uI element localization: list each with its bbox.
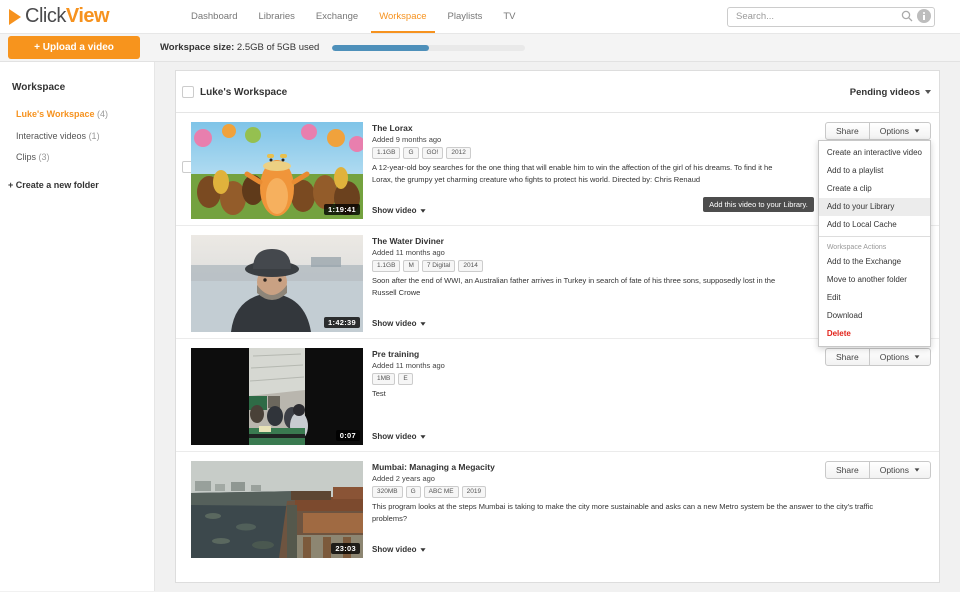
menu-item-create-interactive-video[interactable]: Create an interactive video bbox=[819, 144, 930, 162]
sidebar-item-clips[interactable]: Clips (3) bbox=[0, 147, 154, 169]
upload-video-button[interactable]: + Upload a video bbox=[8, 36, 140, 59]
menu-item-add-to-exchange[interactable]: Add to the Exchange bbox=[819, 253, 930, 271]
duration-badge: 1:19:41 bbox=[324, 204, 360, 215]
share-button[interactable]: Share bbox=[825, 348, 870, 366]
menu-item-delete[interactable]: Delete bbox=[819, 325, 930, 343]
duration-badge: 1:42:39 bbox=[324, 317, 360, 328]
top-navbar: Click View Dashboard Libraries Exchange … bbox=[0, 0, 960, 34]
card-header: Luke's Workspace Pending videos bbox=[176, 71, 939, 113]
year-badge: 2012 bbox=[446, 147, 470, 159]
menu-divider bbox=[819, 236, 930, 237]
sidebar: Workspace Luke's Workspace (4) Interacti… bbox=[0, 62, 155, 591]
menu-item-create-clip[interactable]: Create a clip bbox=[819, 180, 930, 198]
video-thumbnail-the-lorax[interactable]: 1:19:41 bbox=[191, 122, 363, 219]
main-area: Luke's Workspace Pending videos bbox=[155, 62, 960, 591]
menu-item-edit[interactable]: Edit bbox=[819, 289, 930, 307]
rating-badge: G bbox=[403, 147, 418, 159]
video-row-the-lorax: 1:19:41 The Lorax Added 9 months ago 1.1… bbox=[176, 113, 939, 226]
menu-item-add-to-local-cache[interactable]: Add to Local Cache bbox=[819, 216, 930, 234]
size-badge: 1.1GB bbox=[372, 147, 400, 159]
video-actions: Share Options Create an interactive vide… bbox=[825, 122, 931, 140]
chevron-down-icon bbox=[915, 355, 920, 358]
video-thumbnail-mumbai-megacity[interactable]: 23:03 bbox=[191, 461, 363, 558]
nav-item-playlists[interactable]: Playlists bbox=[440, 0, 491, 33]
rating-badge: G bbox=[406, 486, 421, 498]
video-thumbnail-pre-training[interactable]: 0:07 bbox=[191, 348, 363, 445]
clickview-logo[interactable]: Click View bbox=[0, 0, 155, 33]
chevron-down-icon bbox=[925, 90, 931, 94]
menu-item-move-to-another-folder[interactable]: Move to another folder bbox=[819, 271, 930, 289]
search-icon[interactable] bbox=[901, 10, 913, 22]
size-badge: 1MB bbox=[372, 373, 395, 385]
video-row-mumbai-megacity: 23:03 Mumbai: Managing a Megacity Added … bbox=[176, 452, 939, 564]
chevron-down-icon bbox=[421, 435, 426, 438]
video-description-line: Test bbox=[372, 388, 931, 400]
nav-item-dashboard[interactable]: Dashboard bbox=[183, 0, 245, 33]
channel-badge: 7 Digital bbox=[422, 260, 455, 272]
show-video-toggle[interactable]: Show video bbox=[372, 545, 931, 554]
pending-videos-dropdown[interactable]: Pending videos bbox=[850, 87, 931, 98]
channel-badge: GO! bbox=[422, 147, 444, 159]
menu-item-download[interactable]: Download bbox=[819, 307, 930, 325]
video-description-line: This program looks at the steps Mumbai i… bbox=[372, 501, 931, 513]
share-button[interactable]: Share bbox=[825, 122, 870, 140]
show-video-toggle[interactable]: Show video bbox=[372, 432, 931, 441]
duration-badge: 0:07 bbox=[336, 430, 360, 441]
video-actions: Share Options bbox=[825, 461, 931, 479]
workspace-size-value: 2.5GB of 5GB used bbox=[237, 42, 319, 53]
year-badge: 2014 bbox=[458, 260, 482, 272]
options-dropdown-menu: Create an interactive video Add to a pla… bbox=[818, 140, 931, 347]
video-badges: 1MB E bbox=[372, 373, 931, 385]
menu-item-add-to-playlist[interactable]: Add to a playlist bbox=[819, 162, 930, 180]
folder-count: (4) bbox=[97, 109, 108, 119]
video-thumbnail-the-water-diviner[interactable]: 1:42:39 bbox=[191, 235, 363, 332]
nav-item-tv[interactable]: TV bbox=[495, 0, 523, 33]
nav-item-exchange[interactable]: Exchange bbox=[308, 0, 366, 33]
sidebar-title: Workspace bbox=[0, 82, 154, 93]
video-row-pre-training: 0:07 Pre training Added 11 months ago 1M… bbox=[176, 339, 939, 452]
storage-progress-fill bbox=[332, 45, 429, 51]
menu-section-label: Workspace Actions bbox=[819, 239, 930, 253]
folder-count: (1) bbox=[89, 131, 100, 141]
chevron-down-icon bbox=[915, 129, 920, 132]
menu-item-add-to-library[interactable]: Add to your Library bbox=[819, 198, 930, 216]
storage-progress-bar bbox=[332, 45, 525, 51]
workspace-size-bar: + Upload a video Workspace size: 2.5GB o… bbox=[0, 34, 960, 62]
logo-text-click: Click bbox=[25, 5, 66, 28]
duration-badge: 23:03 bbox=[331, 543, 360, 554]
rating-badge: M bbox=[403, 260, 418, 272]
chevron-down-icon bbox=[421, 322, 426, 325]
video-actions: Share Options bbox=[825, 348, 931, 366]
nav-item-workspace[interactable]: Workspace bbox=[371, 0, 434, 33]
main-nav: Dashboard Libraries Exchange Workspace P… bbox=[183, 0, 524, 33]
options-button[interactable]: Options bbox=[869, 122, 931, 140]
rating-badge: E bbox=[398, 373, 412, 385]
nav-item-libraries[interactable]: Libraries bbox=[250, 0, 302, 33]
options-button[interactable]: Options bbox=[869, 348, 931, 366]
workspace-size-text: Workspace size: 2.5GB of 5GB used bbox=[160, 42, 319, 53]
create-folder-button[interactable]: + Create a new folder bbox=[0, 180, 154, 190]
chevron-down-icon bbox=[421, 209, 426, 212]
year-badge: 2019 bbox=[462, 486, 486, 498]
share-button[interactable]: Share bbox=[825, 461, 870, 479]
folder-count: (3) bbox=[39, 152, 50, 162]
channel-badge: ABC ME bbox=[424, 486, 459, 498]
logo-text-view: View bbox=[66, 5, 109, 28]
workspace-card: Luke's Workspace Pending videos bbox=[175, 70, 940, 583]
size-badge: 1.1GB bbox=[372, 260, 400, 272]
size-badge: 320MB bbox=[372, 486, 403, 498]
play-triangle-icon bbox=[9, 9, 21, 25]
video-description-line: problems? bbox=[372, 513, 931, 525]
chevron-down-icon bbox=[421, 548, 426, 551]
chevron-down-icon bbox=[915, 468, 920, 471]
add-to-library-tooltip: Add this video to your Library. bbox=[703, 197, 814, 212]
options-button[interactable]: Options bbox=[869, 461, 931, 479]
workspace-size-label: Workspace size: bbox=[160, 42, 234, 53]
sidebar-item-lukes-workspace[interactable]: Luke's Workspace (4) bbox=[0, 104, 154, 126]
video-badges: 320MB G ABC ME 2019 bbox=[372, 486, 931, 498]
sidebar-item-interactive-videos[interactable]: Interactive videos (1) bbox=[0, 126, 154, 148]
page-title: Luke's Workspace bbox=[200, 87, 287, 98]
search-box bbox=[727, 6, 935, 27]
select-all-checkbox[interactable] bbox=[182, 86, 194, 98]
